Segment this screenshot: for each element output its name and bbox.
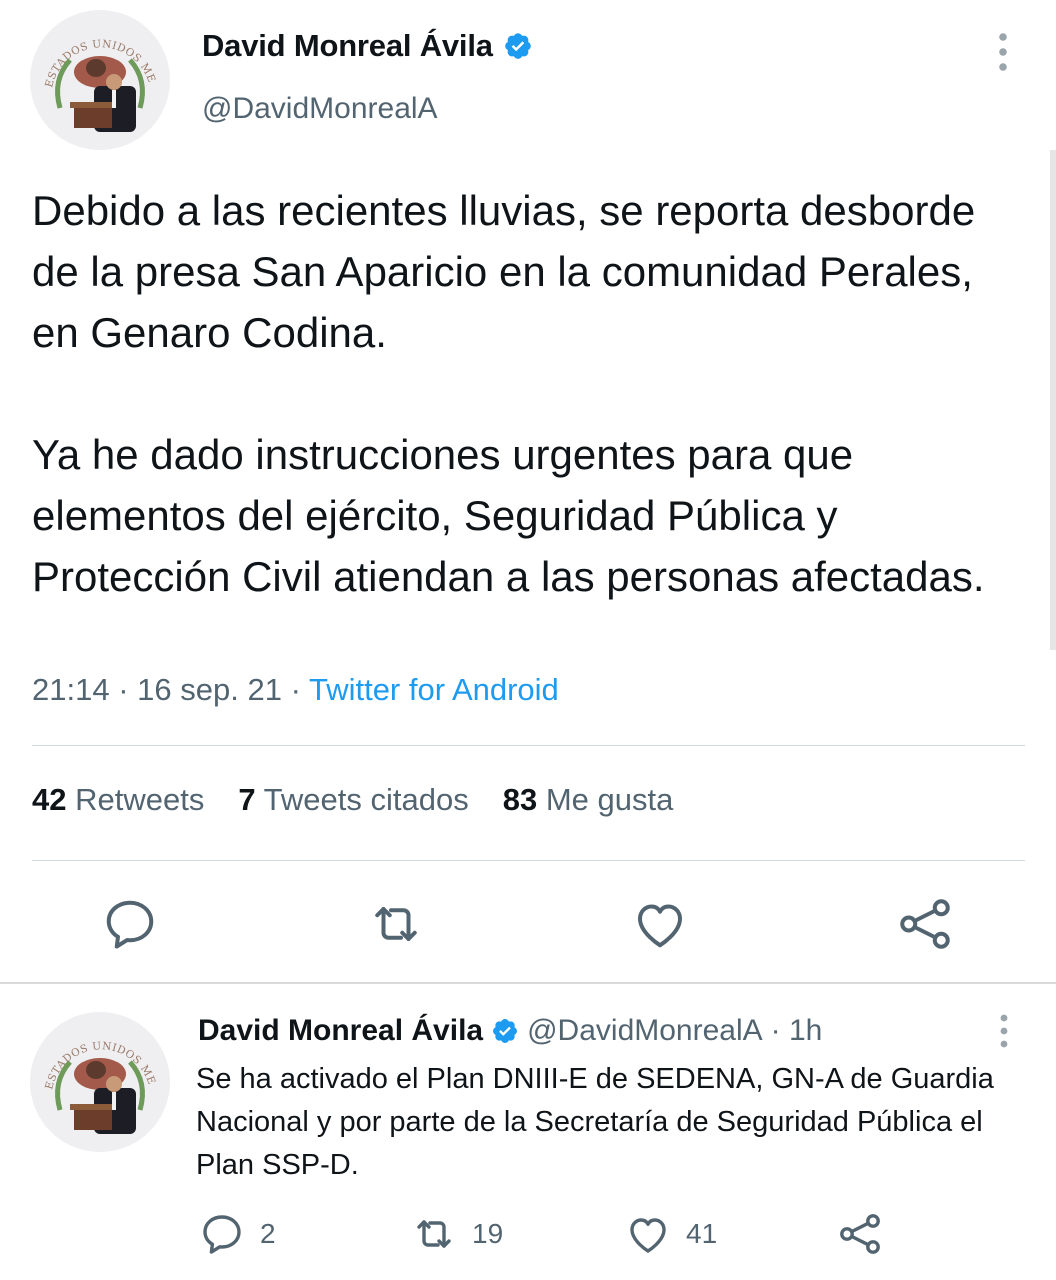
divider — [32, 860, 1025, 861]
like-count: 41 — [686, 1218, 718, 1249]
divider — [32, 745, 1025, 746]
reply-retweet-action[interactable]: 19 — [410, 1210, 503, 1258]
likes-label: Me gusta — [545, 782, 674, 817]
reply-author-name[interactable]: David Monreal Ávila — [198, 1014, 483, 1048]
tweet-meta: 21:14 · 16 sep. 21 · Twitter for Android — [32, 672, 559, 708]
author-handle[interactable]: @DavidMonrealA — [202, 92, 438, 126]
more-options-icon[interactable] — [990, 30, 1016, 74]
share-icon[interactable] — [895, 894, 955, 954]
tweet-text: Debido a las recientes lluvias, se repor… — [32, 187, 985, 600]
meta-separator: · — [118, 672, 129, 707]
retweet-count: 19 — [472, 1218, 504, 1249]
reply-icon[interactable] — [100, 894, 160, 954]
reply-tweet-header: David Monreal Ávila @DavidMonrealA · 1h — [198, 1014, 822, 1048]
reply-author-avatar[interactable]: ESTADOS UNIDOS MEXICANOS — [30, 1012, 170, 1152]
tweet-time[interactable]: 21:14 — [32, 672, 110, 707]
retweets-count: 42 — [32, 782, 67, 817]
reply-tweet-text: Se ha activado el Plan DNIII-E de SEDENA… — [196, 1063, 994, 1181]
retweet-icon[interactable] — [366, 894, 426, 954]
scrollbar[interactable] — [1050, 150, 1056, 650]
reply-share-action[interactable] — [836, 1210, 884, 1258]
reply-reply-action[interactable]: 2 — [198, 1210, 276, 1258]
reply-like-action[interactable]: 41 — [624, 1210, 717, 1258]
like-heart-icon[interactable] — [624, 1210, 672, 1258]
more-options-icon[interactable] — [992, 1012, 1016, 1052]
retweet-icon[interactable] — [410, 1210, 458, 1258]
author-name-text[interactable]: David Monreal Ávila — [202, 28, 493, 64]
meta-separator: · — [290, 672, 301, 707]
share-icon[interactable] — [836, 1210, 884, 1258]
likes-count: 83 — [502, 782, 538, 817]
reply-time-ago[interactable]: · 1h — [771, 1014, 823, 1048]
tweet-stats: 42 Retweets 7 Tweets citados 83 Me gusta — [32, 782, 673, 818]
tweet-separator — [0, 982, 1056, 984]
verified-badge-icon — [493, 1019, 518, 1043]
author-name[interactable]: David Monreal Ávila — [202, 28, 533, 64]
like-heart-icon[interactable] — [630, 894, 690, 954]
tweet-source-link[interactable]: Twitter for Android — [309, 672, 559, 707]
retweets-stat[interactable]: 42 Retweets — [32, 782, 204, 818]
reply-author-handle[interactable]: @DavidMonrealA — [527, 1014, 763, 1048]
author-avatar[interactable]: ESTADOS UNIDOS MEXICANOS — [30, 10, 170, 150]
reply-count: 2 — [260, 1218, 276, 1249]
likes-stat[interactable]: 83 Me gusta — [503, 782, 674, 818]
verified-badge-icon — [504, 33, 531, 59]
quotes-count: 7 — [238, 782, 256, 817]
reply-icon[interactable] — [198, 1210, 246, 1258]
quotes-label: Tweets citados — [263, 782, 469, 817]
retweets-label: Retweets — [75, 782, 205, 817]
quotes-stat[interactable]: 7 Tweets citados — [238, 782, 468, 818]
tweet-date[interactable]: 16 sep. 21 — [137, 672, 282, 707]
